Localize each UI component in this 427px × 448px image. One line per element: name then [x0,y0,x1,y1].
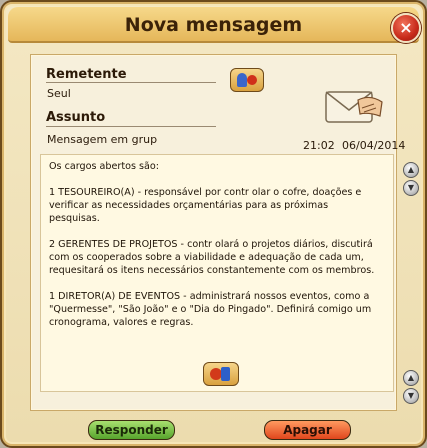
sender-label: Remetente [46,67,127,82]
subject-label: Assunto [46,110,106,125]
scroll-down-button[interactable]: ▼ [403,180,419,196]
envelope-handshake-icon [325,91,383,123]
sender-value: Seul [47,87,71,100]
arrow-up-icon: ▲ [407,165,415,174]
scroll-up-button[interactable]: ▲ [403,162,419,178]
reply-button[interactable]: Responder [88,420,175,440]
arrow-up-icon: ▲ [407,373,415,382]
message-time: 21:02 [303,139,335,152]
close-button[interactable]: × [391,13,421,43]
scroll-page-down-button[interactable]: ▼ [403,388,419,404]
delete-button[interactable]: Apagar [264,420,351,440]
title-bar: Nova mensagem [8,7,419,43]
scroll-page-up-button[interactable]: ▲ [403,370,419,386]
window-title: Nova mensagem [124,14,303,36]
stamp-button[interactable] [203,362,239,386]
message-body: Os cargos abertos são: 1 TESOUREIRO(A) -… [40,154,394,392]
body-paragraph: 1 TESOUREIRO(A) - responsável por contr … [49,187,362,224]
subject-value: Mensagem em grup [47,133,158,146]
person-icon [237,73,247,87]
subject-divider [46,126,216,127]
body-paragraph: 1 DIRETOR(A) DE EVENTOS - administrará n… [49,291,372,328]
message-text: Os cargos abertos são: 1 TESOUREIRO(A) -… [49,160,379,342]
arrow-down-icon: ▼ [407,391,415,400]
add-contact-button[interactable] [230,68,264,92]
body-paragraph: 2 GERENTES DE PROJETOS - contr olará o p… [49,239,375,276]
arrow-down-icon: ▼ [407,183,415,192]
badge-icon [247,75,257,85]
message-window: Nova mensagem × Remetente Seul Assunto M… [0,0,427,448]
message-date: 06/04/2014 [342,139,406,152]
tag-icon [221,367,230,381]
close-icon: × [399,18,413,37]
sender-divider [46,82,216,83]
body-paragraph: Os cargos abertos são: [49,161,160,172]
